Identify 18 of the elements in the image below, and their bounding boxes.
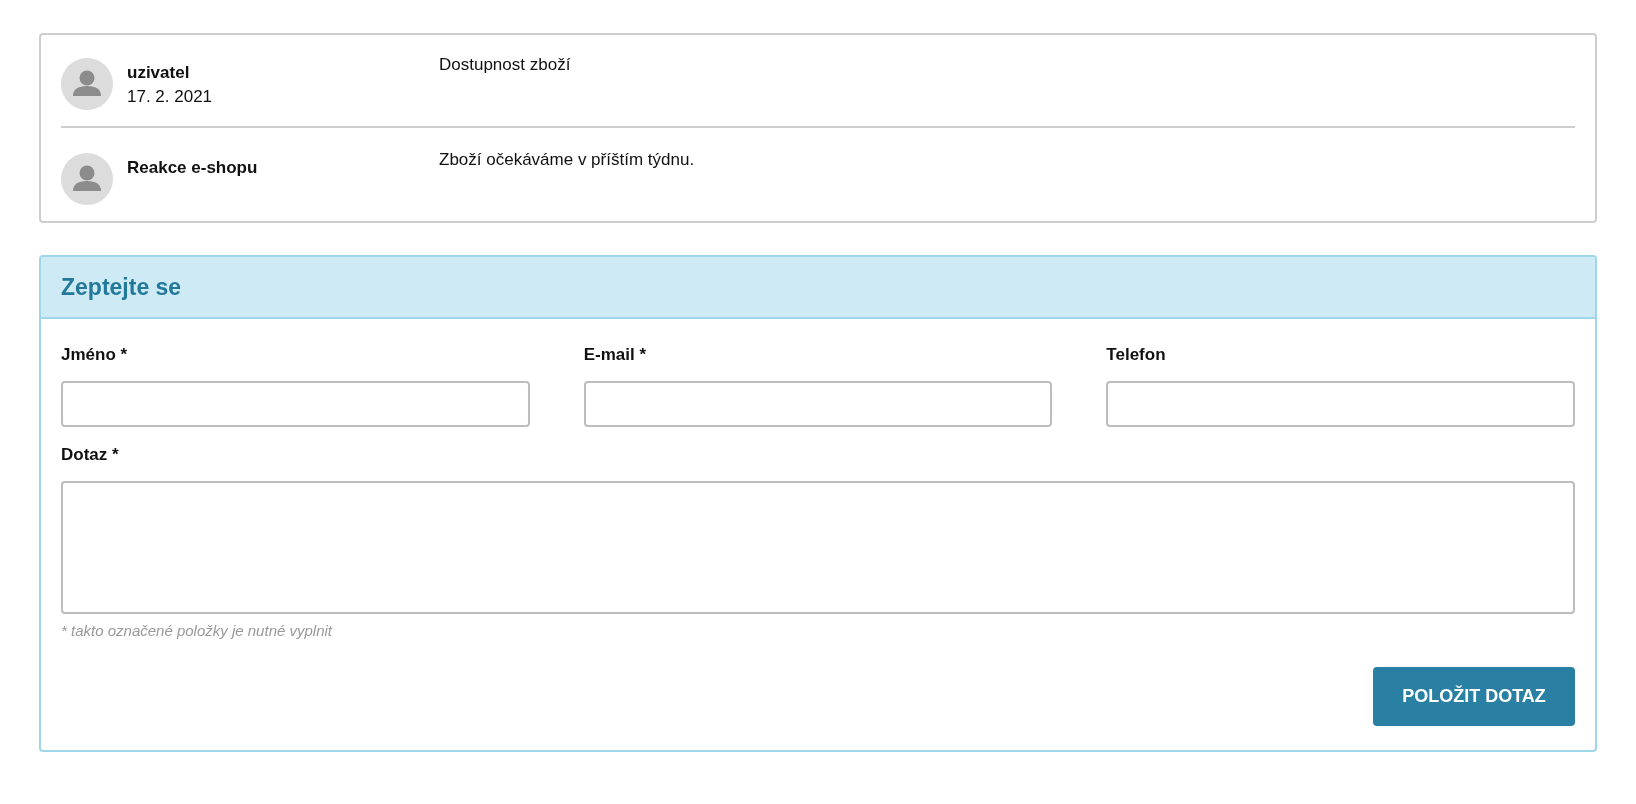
message-text: Zboží očekáváme v příštím týdnu. xyxy=(439,149,695,171)
post-date: 17. 2. 2021 xyxy=(127,86,214,108)
submit-button[interactable]: POLOŽIT DOTAZ xyxy=(1373,667,1575,726)
input-field[interactable] xyxy=(583,381,1053,427)
author-name: Reakce e-shopu xyxy=(127,157,259,179)
field-label: Telefon xyxy=(1106,345,1167,365)
author-name: uzivatel xyxy=(127,62,191,84)
question-textarea[interactable] xyxy=(61,481,1575,614)
avatar-icon xyxy=(61,58,113,110)
message-text: Dostupnost zboží xyxy=(439,54,571,76)
panel-title: Zeptejte se xyxy=(61,273,182,301)
input-field[interactable] xyxy=(61,381,530,427)
field-label: E-mail * xyxy=(583,345,648,365)
input-field[interactable] xyxy=(1106,381,1575,427)
field-label: Jméno * xyxy=(61,345,129,365)
required-fields-note: * takto označené položky je nutné vyplnit xyxy=(61,622,334,639)
avatar-icon xyxy=(61,153,113,205)
field-label: Dotaz * xyxy=(61,445,120,465)
